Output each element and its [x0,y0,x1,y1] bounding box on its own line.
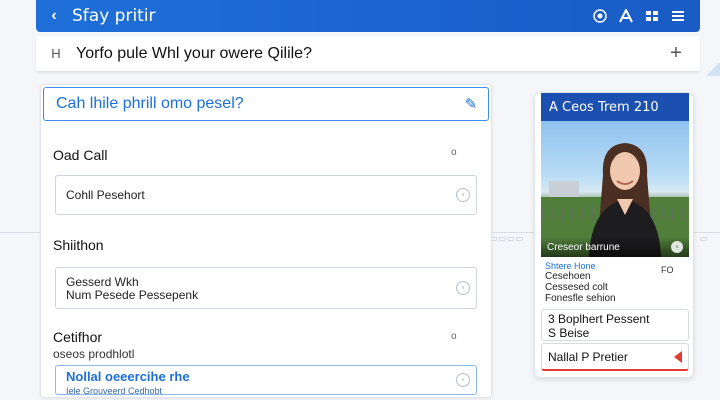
section-2-clear-icon[interactable]: ◦ [456,281,470,295]
card-info-line-1: 3 Boplhert Pessent [548,312,650,326]
section-3-sublabel: oseos prodhlotl [53,347,135,361]
background-dashes-right: ▭ [700,234,709,243]
card-alert-box[interactable]: Nallal P Pretier [541,343,689,371]
section-3-clear-icon[interactable]: ◦ [456,373,470,387]
card-alert-text: Nallal P Pretier [548,350,628,364]
section-1-field[interactable]: Cohll Pesehort ◦ [55,175,477,215]
form-panel: Cah lhile phrill omo pesel? ✎ Oad Call o… [40,84,492,398]
section-2-field[interactable]: Gesserd Wkh Num Pesede Pessepenk ◦ [55,267,477,309]
card-header: A Ceos Trem 210 [541,93,689,121]
question-bar[interactable]: H Yorfo pule Whl your owere Qilile? + [36,36,700,72]
meta-line-2: Cessesed colt [545,282,608,293]
photo-caption: Creseor barrune ◦ [541,237,689,257]
photo-info-icon[interactable]: ◦ [671,241,683,253]
section-1-field-text: Cohll Pesehort [66,188,145,202]
question-text: Yorfo pule Whl your owere Qilile? [76,44,312,62]
app-title: Sfay pritir [72,6,156,26]
a-icon[interactable] [618,8,634,24]
target-icon[interactable] [592,8,608,24]
card-info-box[interactable]: 3 Boplhert Pessent S Beise [541,309,689,341]
prompt-text: Cah lhile phrill omo pesel? [56,95,244,112]
corner-accent [706,62,720,76]
section-3-field-sub: Iele Grouveerd Cedhobt [66,386,163,396]
section-label-1: Oad Call [53,147,108,163]
meta-line-3: Fonesfle sehion [545,293,616,304]
section-3-dot-icon: o [451,331,457,342]
profile-photo: Creseor barrune ◦ [541,121,689,257]
grid-icon[interactable] [644,8,660,24]
menu-icon[interactable] [670,8,686,24]
alert-arrow-icon[interactable] [674,350,682,363]
pencil-icon[interactable]: ✎ [454,95,488,113]
section-1-dot-icon: o [451,147,457,158]
section-3-field[interactable]: Nollal oeeercihe rhe Iele Grouveerd Cedh… [55,365,477,396]
app-bar: ‹ Sfay pritir [36,0,700,32]
meta-line-1: Cesehoen [545,271,591,282]
section-label-3: Cetifhor [53,329,103,345]
background-dashes: ▭▭▭▭ [490,234,525,243]
section-2-line-2: Num Pesede Pessepenk [66,288,199,302]
back-arrow-icon[interactable]: ‹ [36,7,72,25]
profile-card[interactable]: A Ceos Trem 210 Creseor barrune ◦ Shtere… [534,92,694,378]
app-bar-icons [592,8,700,24]
section-label-2: Shiithon [53,237,104,253]
section-3-field-main: Nollal oeeercihe rhe [66,369,190,384]
section-1-clear-icon[interactable]: ◦ [456,188,470,202]
add-button[interactable]: + [652,42,700,65]
card-flag: FO [661,265,674,275]
photo-caption-text: Creseor barrune [547,241,620,253]
question-marker: H [51,46,61,61]
prompt-field[interactable]: Cah lhile phrill omo pesel? ✎ [43,87,489,121]
card-info-line-2: S Beise [548,326,590,340]
